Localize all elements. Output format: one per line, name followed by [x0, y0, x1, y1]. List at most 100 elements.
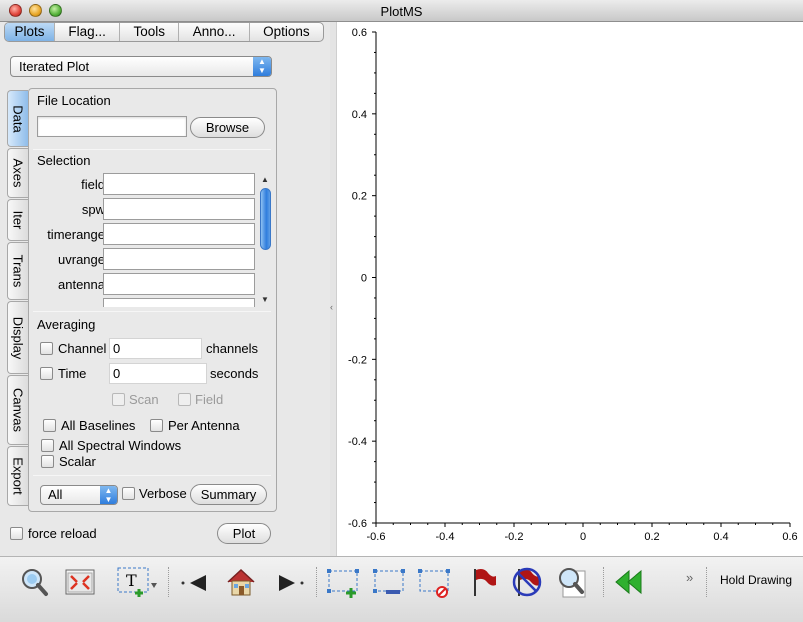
mark-region-icon[interactable]: [326, 565, 360, 599]
averaging-heading: Averaging: [37, 317, 96, 332]
timerange-label: timerange: [47, 227, 105, 242]
uvrange-label: uvrange: [58, 252, 105, 267]
y-tick-label: 0.6: [352, 27, 367, 39]
tab-export[interactable]: Export: [7, 446, 28, 506]
file-location-heading: File Location: [37, 93, 111, 108]
time-label: Time: [58, 366, 87, 381]
channel-checkbox[interactable]: [40, 342, 53, 355]
browse-button[interactable]: Browse: [190, 117, 265, 138]
selection-scrollbar[interactable]: ▲ ▼: [259, 175, 272, 307]
field-input[interactable]: [103, 173, 255, 195]
tab-canvas[interactable]: Canvas: [7, 375, 28, 445]
data-tab-pane: File Location Browse Selection field spw…: [28, 88, 277, 512]
tab-trans[interactable]: Trans: [7, 242, 28, 300]
selection-row-field: field: [35, 173, 257, 198]
svg-text:T: T: [126, 571, 137, 590]
divider: [33, 149, 271, 150]
toolbar-separator: [603, 567, 605, 597]
antenna-label: antenna: [58, 277, 105, 292]
side-tab-bar: Data Axes Iter Trans Display Canvas Expo…: [7, 90, 28, 510]
scroll-up-icon[interactable]: ▲: [261, 175, 269, 184]
plot-button[interactable]: Plot: [217, 523, 271, 544]
per-antenna-checkbox[interactable]: [150, 419, 163, 432]
divider: [33, 311, 271, 312]
all-spectral-windows-checkbox[interactable]: [41, 439, 54, 452]
verbose-label: Verbose: [139, 486, 187, 501]
top-tab-bar: Plots Flag... Tools Anno... Options: [4, 22, 324, 42]
toolbar-overflow-icon[interactable]: »: [686, 570, 693, 585]
tab-annotator[interactable]: Anno...: [179, 23, 250, 41]
tab-iter[interactable]: Iter: [7, 199, 28, 241]
x-tick-label: -0.2: [505, 531, 524, 543]
tab-tools[interactable]: Tools: [120, 23, 180, 41]
y-tick-label: 0.4: [352, 109, 367, 121]
y-tick-label: 0: [361, 273, 367, 285]
force-reload-checkbox[interactable]: [10, 527, 23, 540]
tab-axes[interactable]: Axes: [7, 148, 28, 198]
per-antenna-label: Per Antenna: [168, 418, 240, 433]
all-baselines-checkbox[interactable]: [43, 419, 56, 432]
plot-canvas[interactable]: 0.6 0.4 0.2 0 -0.2 -0.4 -0.6 -0.6 -0.4 -0.2 0 0.2 0.…: [336, 22, 803, 556]
scan-label: scan: [78, 302, 105, 307]
y-tick-label: 0.2: [352, 191, 367, 203]
selection-row-scan: scan: [35, 298, 257, 307]
plot-toolbar: T » Hold Drawing: [0, 556, 803, 622]
plot-type-select[interactable]: Iterated Plot ▲ ▼: [10, 56, 272, 77]
title-bar: PlotMS: [0, 0, 803, 22]
fit-screen-icon[interactable]: [63, 565, 97, 599]
time-checkbox[interactable]: [40, 367, 53, 380]
selection-row-antenna: antenna: [35, 273, 257, 298]
locate-icon[interactable]: [555, 565, 589, 599]
scan-checkbox[interactable]: [112, 393, 125, 406]
uvrange-input[interactable]: [103, 248, 255, 270]
forward-icon[interactable]: [273, 565, 307, 599]
tab-plots[interactable]: Plots: [5, 23, 55, 41]
selection-row-timerange: timerange: [35, 223, 257, 248]
scroll-thumb[interactable]: [260, 188, 271, 250]
release-icon[interactable]: [611, 565, 645, 599]
selection-heading: Selection: [37, 153, 91, 168]
scalar-label: Scalar: [59, 454, 96, 469]
seconds-unit-label: seconds: [210, 366, 259, 381]
x-tick-label: 0.4: [713, 531, 728, 543]
scalar-checkbox[interactable]: [41, 455, 54, 468]
tab-options[interactable]: Options: [250, 23, 323, 41]
channels-unit-label: channels: [206, 341, 259, 356]
flag-icon[interactable]: [466, 565, 500, 599]
verbose-checkbox[interactable]: [122, 487, 135, 500]
verbosity-select[interactable]: All ▲ ▼: [40, 485, 118, 505]
channel-input[interactable]: 0: [109, 338, 202, 359]
x-tick-label: -0.6: [367, 531, 386, 543]
select-arrows-icon: ▲ ▼: [253, 57, 271, 76]
subtract-region-icon[interactable]: [372, 565, 406, 599]
x-tick-label: 0.6: [782, 531, 797, 543]
field-checkbox[interactable]: [178, 393, 191, 406]
summary-button[interactable]: Summary: [190, 484, 267, 505]
timerange-input[interactable]: [103, 223, 255, 245]
all-baselines-label: All Baselines: [61, 418, 136, 433]
clear-regions-icon[interactable]: [417, 565, 451, 599]
x-tick-label: -0.4: [436, 531, 455, 543]
zoom-icon[interactable]: [17, 565, 51, 599]
back-icon[interactable]: [178, 565, 212, 599]
annotate-text-icon[interactable]: T: [115, 565, 161, 599]
spw-input[interactable]: [103, 198, 255, 220]
field-avg-label: Field: [195, 392, 224, 407]
toolbar-separator: [316, 567, 318, 597]
time-input[interactable]: 0: [109, 363, 207, 384]
field-label: field: [81, 177, 105, 192]
file-location-input[interactable]: [37, 116, 187, 137]
home-icon[interactable]: [224, 565, 258, 599]
scan-avg-label: Scan: [129, 392, 159, 407]
antenna-input[interactable]: [103, 273, 255, 295]
tab-data[interactable]: Data: [7, 90, 28, 147]
tab-display[interactable]: Display: [7, 301, 28, 374]
scan-input[interactable]: [103, 298, 255, 307]
scroll-down-icon[interactable]: ▼: [261, 295, 269, 304]
x-tick-label: 0: [580, 531, 586, 543]
unflag-icon[interactable]: [510, 565, 544, 599]
all-spectral-windows-label: All Spectral Windows: [59, 438, 182, 453]
plot-type-value: Iterated Plot: [19, 59, 90, 74]
selection-row-uvrange: uvrange: [35, 248, 257, 273]
tab-flag[interactable]: Flag...: [55, 23, 121, 41]
